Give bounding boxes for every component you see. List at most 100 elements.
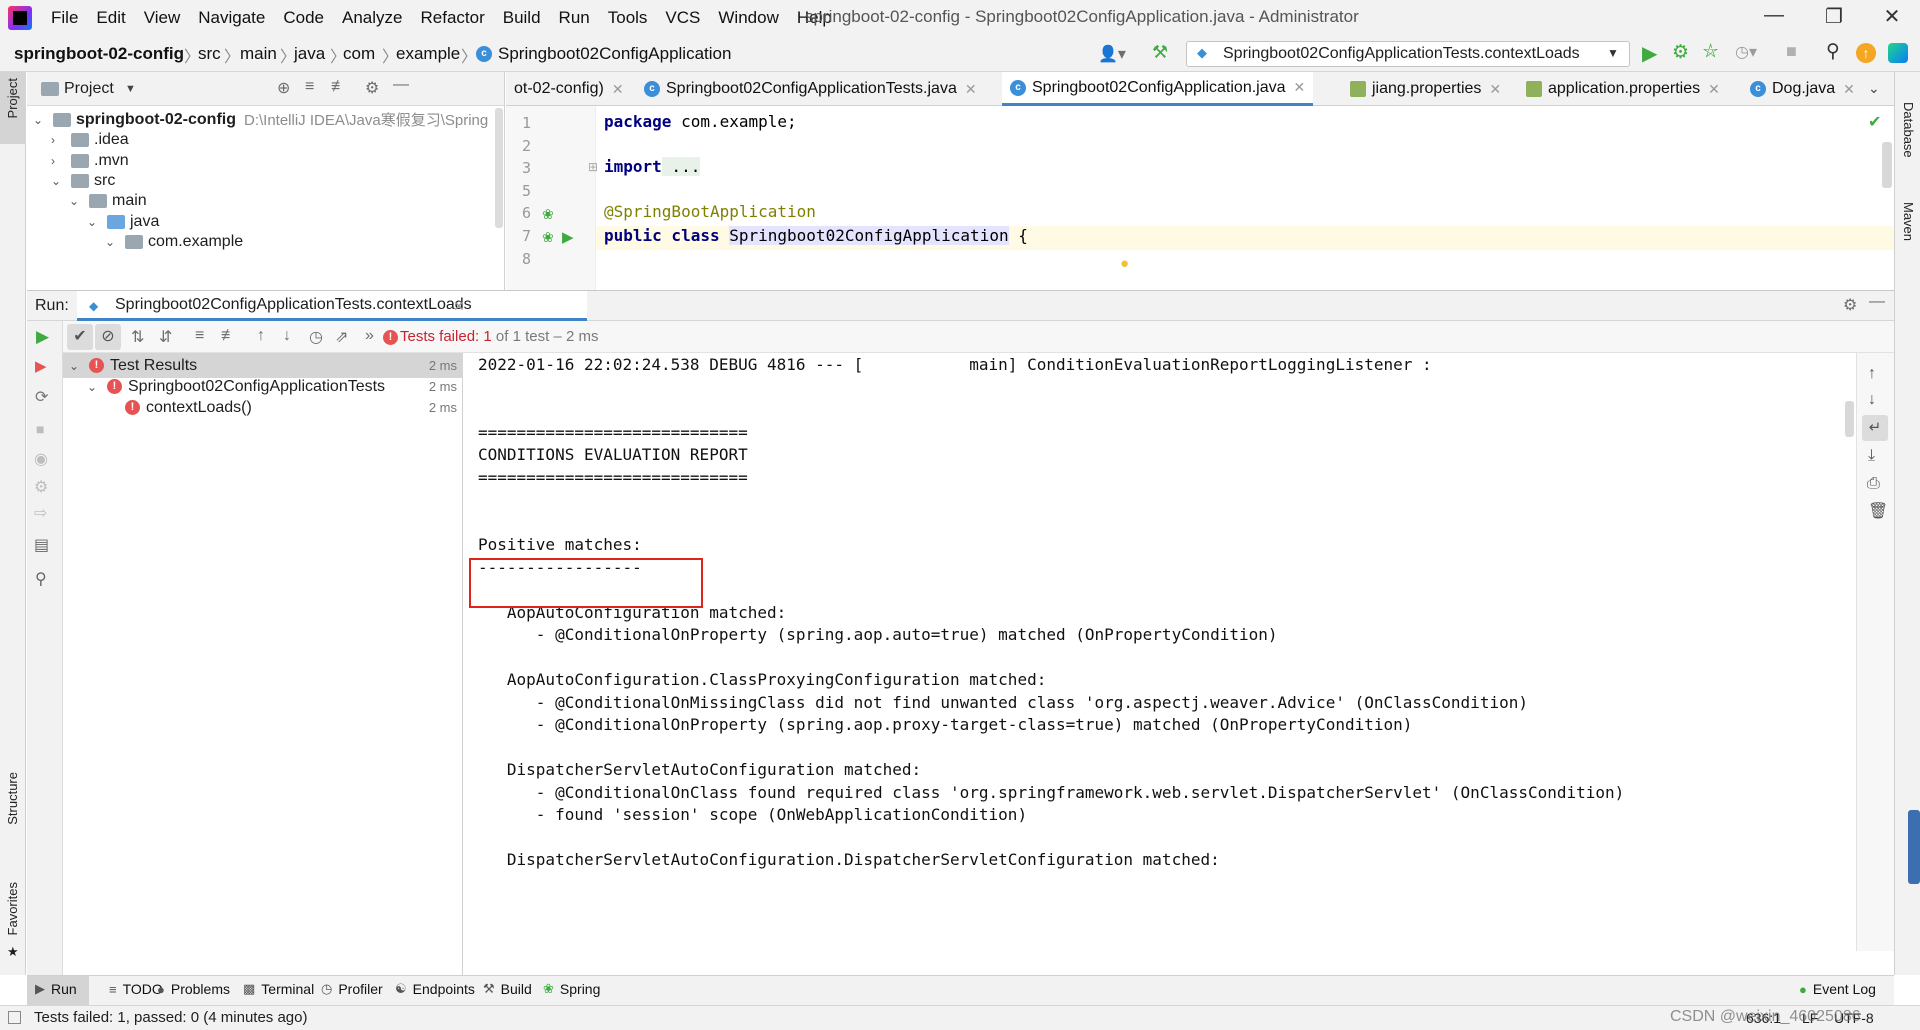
toolbox-icon[interactable] — [1888, 43, 1908, 63]
status-toggle-icon[interactable] — [8, 1011, 21, 1024]
breadcrumb-project[interactable]: springboot-02-config — [14, 44, 184, 64]
sort-duration-icon[interactable]: ⇵ — [159, 327, 172, 347]
menu-code[interactable]: Code — [274, 8, 333, 28]
tab-dog[interactable]: c Dog.java ✕ — [1742, 72, 1863, 106]
close-icon[interactable]: ✕ — [1843, 81, 1855, 98]
pin-icon[interactable]: ⚲ — [35, 569, 47, 589]
breadcrumb-src[interactable]: src — [198, 44, 221, 64]
editor-scrollbar[interactable] — [1882, 142, 1892, 188]
menu-vcs[interactable]: VCS — [656, 8, 709, 28]
expand-all-icon[interactable]: ≡ — [305, 78, 314, 96]
close-window-icon[interactable]: ✕ — [1862, 4, 1920, 32]
restore-icon[interactable]: ❐ — [1804, 4, 1864, 32]
menu-build[interactable]: Build — [494, 8, 550, 28]
tool-tab-build[interactable]: ⚒ Build — [483, 981, 532, 997]
console-output[interactable]: 2022-01-16 22:02:24.538 DEBUG 4816 --- [… — [464, 353, 1856, 951]
menu-navigate[interactable]: Navigate — [189, 8, 274, 28]
build-hammer-icon[interactable]: ⚒ — [1152, 42, 1168, 63]
rerun-failed-icon[interactable]: ▶ — [35, 357, 47, 375]
previous-failed-icon[interactable]: ↑ — [257, 327, 265, 345]
collapse-all-icon[interactable]: ≢ — [221, 327, 237, 345]
fold-icon[interactable]: ⊞ — [588, 160, 598, 174]
project-panel-title[interactable]: Project — [64, 80, 114, 98]
test-method-row[interactable]: ! contextLoads() 2 ms — [63, 395, 463, 420]
menu-file[interactable]: File — [42, 8, 87, 28]
breadcrumb-java[interactable]: java — [294, 44, 325, 64]
spring-bean-icon[interactable]: ❀ — [542, 206, 554, 223]
structure-stripe-label[interactable]: Structure — [5, 772, 20, 825]
hide-panel-icon[interactable]: — — [1869, 293, 1885, 311]
sort-alpha-icon[interactable]: ⇅ — [131, 327, 144, 347]
breadcrumb-com[interactable]: com — [343, 44, 375, 64]
stop-icon[interactable]: ■ — [1786, 41, 1797, 62]
close-icon[interactable]: ✕ — [965, 81, 977, 98]
layout-icon[interactable]: ▤ — [34, 535, 49, 555]
show-ignored-icon[interactable]: ⊘ — [95, 324, 121, 350]
tool-tab-todo[interactable]: ≡ TODO — [109, 981, 163, 997]
scroll-up-icon[interactable]: ↑ — [1868, 365, 1876, 383]
close-icon[interactable]: ✕ — [453, 298, 465, 315]
search-icon[interactable]: ⚲ — [1826, 40, 1840, 63]
close-icon[interactable]: ✕ — [1489, 81, 1501, 98]
intention-bulb-icon[interactable]: ● — [1120, 255, 1129, 272]
tree-item-package[interactable]: ⌄ com.example — [105, 229, 243, 254]
status-message[interactable]: Tests failed: 1, passed: 0 (4 minutes ag… — [34, 1009, 307, 1026]
show-passed-icon[interactable]: ✔ — [67, 324, 93, 350]
tool-tab-profiler[interactable]: ◷ Profiler — [321, 981, 383, 997]
trash-icon[interactable]: 🗑 — [1868, 501, 1888, 521]
menu-analyze[interactable]: Analyze — [333, 8, 411, 28]
tool-tab-endpoints[interactable]: ☯ Endpoints — [395, 981, 475, 997]
expand-all-icon[interactable]: ≡ — [195, 327, 204, 345]
run-tab[interactable]: ◆ Springboot02ConfigApplicationTests.con… — [77, 291, 587, 321]
profile-icon[interactable]: ◷▾ — [1735, 42, 1757, 62]
scroll-to-end-icon[interactable]: ⤓ — [1868, 447, 1875, 465]
favorites-stripe-label[interactable]: Favorites — [5, 882, 20, 935]
menu-tools[interactable]: Tools — [599, 8, 657, 28]
console-scrollbar[interactable] — [1845, 401, 1854, 437]
tool-tab-run[interactable]: ▶ Run — [35, 981, 77, 997]
soft-wrap-icon[interactable]: ↵ — [1862, 415, 1888, 441]
inspection-ok-icon[interactable]: ✔ — [1868, 112, 1881, 132]
code-line-import[interactable]: import ... — [604, 157, 701, 176]
collapse-all-icon[interactable]: ≢ — [331, 78, 347, 96]
debug-icon[interactable]: ⚙ — [34, 477, 48, 497]
user-icon[interactable]: 👤▾ — [1098, 44, 1126, 64]
run-icon[interactable]: ▶ — [1642, 41, 1657, 66]
more-icon[interactable]: » — [365, 327, 374, 345]
minimize-icon[interactable]: — — [1744, 4, 1804, 32]
menu-run[interactable]: Run — [550, 8, 599, 28]
spring-bean-icon[interactable]: ❀ — [542, 229, 554, 246]
locate-icon[interactable]: ⊕ — [277, 78, 290, 98]
history-icon[interactable]: ◷ — [309, 327, 323, 347]
menu-view[interactable]: View — [135, 8, 190, 28]
gear-icon[interactable]: ⚙ — [1843, 295, 1857, 315]
tab-application-tests[interactable]: c Springboot02ConfigApplicationTests.jav… — [636, 72, 985, 106]
database-stripe-label[interactable]: Database — [1901, 102, 1916, 158]
breadcrumb-class[interactable]: Springboot02ConfigApplication — [498, 44, 731, 64]
chevron-down-icon[interactable]: ⌄ — [1868, 80, 1880, 97]
run-gutter-icon[interactable]: ▶ — [562, 228, 574, 246]
breadcrumb-example[interactable]: example — [396, 44, 460, 64]
close-icon[interactable]: ✕ — [1708, 81, 1720, 98]
chevron-down-icon[interactable]: ▼ — [125, 83, 136, 95]
scroll-down-icon[interactable]: ↓ — [1868, 391, 1876, 409]
rerun-icon[interactable]: ▶ — [36, 327, 49, 347]
coverage-icon[interactable]: ⛦ — [1703, 41, 1718, 63]
tab-application[interactable]: c Springboot02ConfigApplication.java ✕ — [1002, 72, 1314, 106]
export-icon[interactable]: ⇗ — [335, 327, 348, 347]
print-icon[interactable]: ⎙ — [1867, 475, 1880, 493]
tool-tab-spring[interactable]: ❀ Spring — [543, 981, 600, 997]
project-stripe-label[interactable]: Project — [5, 78, 20, 118]
update-icon[interactable]: ↑ — [1856, 43, 1876, 63]
next-failed-icon[interactable]: ↓ — [283, 327, 291, 345]
tool-tab-event-log[interactable]: ● Event Log — [1799, 981, 1876, 997]
hide-panel-icon[interactable]: — — [393, 76, 409, 94]
menu-refactor[interactable]: Refactor — [411, 8, 493, 28]
code-line-class[interactable]: public class Springboot02ConfigApplicati… — [604, 226, 1028, 245]
gear-icon[interactable]: ⚙ — [365, 78, 379, 98]
tool-tab-problems[interactable]: ● Problems — [157, 981, 230, 997]
maven-stripe-label[interactable]: Maven — [1901, 202, 1916, 241]
menu-edit[interactable]: Edit — [87, 8, 134, 28]
debug-icon[interactable]: ⚙ — [1672, 41, 1689, 64]
tool-tab-terminal[interactable]: ▩ Terminal — [243, 981, 314, 997]
